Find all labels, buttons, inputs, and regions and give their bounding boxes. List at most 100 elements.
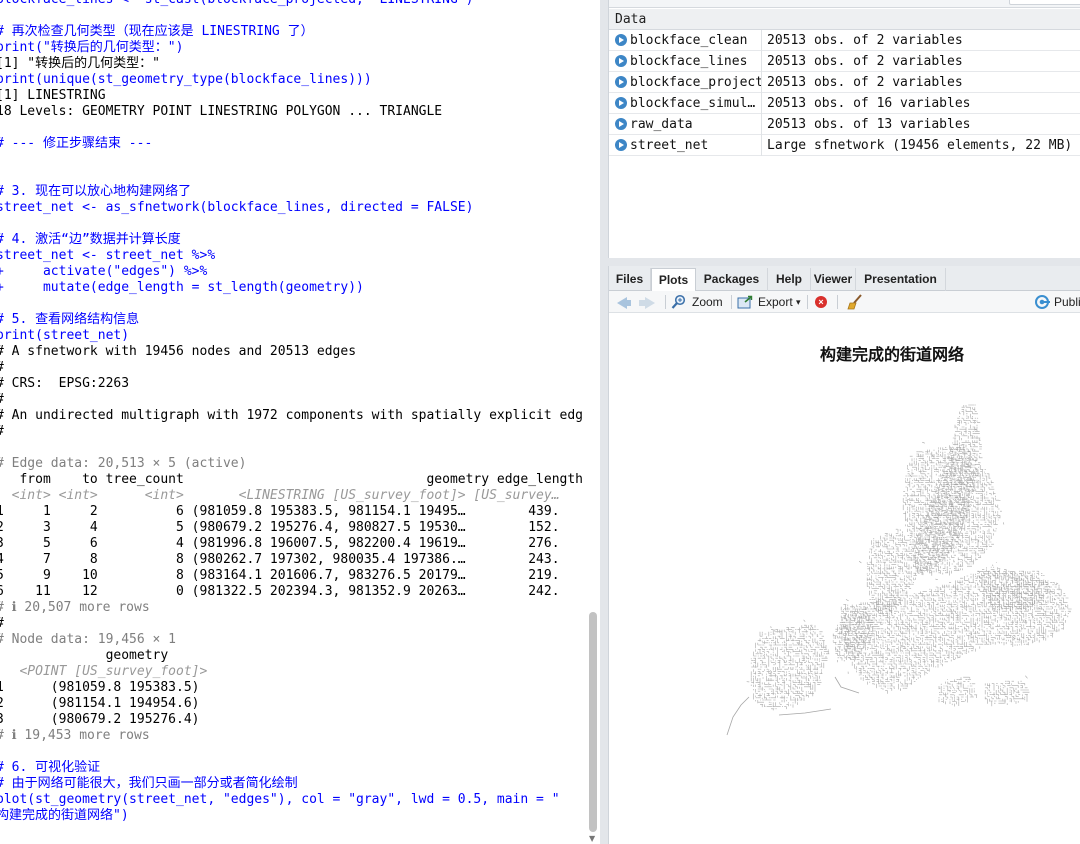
object-name[interactable]: blockface_projected — [630, 72, 762, 93]
console-output-line: # Node data: 19,456 × 1 — [0, 632, 177, 647]
console-output-line: 3 (980679.2 195276.4) — [0, 712, 200, 727]
console-input-line: plot(st_geometry(street_net, "edges"), c… — [0, 792, 560, 807]
column-divider — [761, 30, 762, 51]
zoom-icon[interactable] — [671, 294, 687, 310]
object-value: 20513 obs. of 2 variables — [767, 33, 963, 48]
console-scroll-thumb[interactable] — [589, 612, 597, 832]
toolbar-divider — [665, 295, 666, 309]
publish-button[interactable]: Publish — [1054, 291, 1080, 313]
remove-plot-icon[interactable]: × — [815, 296, 827, 308]
console-output-line: 3 5 6 4 (981996.8 196007.5, 982200.4 196… — [0, 536, 560, 551]
console-output-line: # ℹ 19,453 more rows — [0, 728, 150, 743]
console-output-line: 5 9 10 8 (983164.1 201606.7, 983276.5 20… — [0, 568, 560, 583]
street-edges — [726, 404, 1072, 736]
console-output-line: 4 7 8 8 (980262.7 197302, 980035.4 19738… — [0, 552, 560, 567]
expand-object-icon[interactable] — [615, 55, 627, 67]
forward-arrow-icon[interactable] — [639, 297, 655, 309]
console-input-line: # 5. 查看网络结构信息 — [0, 312, 140, 327]
console-output-line: # Edge data: 20,513 × 5 (active) — [0, 456, 247, 471]
tab-presentation[interactable]: Presentation — [856, 268, 946, 291]
console-output-line: # An undirected multigraph with 1972 com… — [0, 408, 583, 423]
environment-section-header[interactable]: Data — [609, 9, 1080, 30]
plot-toolbar: Zoom Export ▾ × Publish — [609, 291, 1080, 313]
object-value: 20513 obs. of 2 variables — [767, 54, 963, 69]
column-divider — [761, 51, 762, 72]
console-output-line: # ℹ 20,507 more rows — [0, 600, 150, 615]
publish-icon[interactable] — [1035, 295, 1051, 309]
console-output-line: # — [0, 392, 586, 408]
zoom-button[interactable]: Zoom — [692, 291, 723, 313]
console-output: blockface_lines <- st_cast(blockface_pro… — [0, 0, 586, 824]
expand-object-icon[interactable] — [615, 118, 627, 130]
console-input-line: # 4. 激活“边”数据并计算长度 — [0, 232, 181, 247]
console-input-line: # 3. 现在可以放心地构建网络了 — [0, 184, 192, 199]
horizontal-splitter[interactable] — [608, 258, 1080, 266]
environment-table: blockface_clean 20513 obs. of 2 variables… — [609, 30, 1080, 156]
object-name[interactable]: raw_data — [630, 114, 762, 135]
tab-help[interactable]: Help — [768, 268, 811, 291]
search-icon: ⌕ — [1015, 0, 1021, 8]
console-output-line: 1 1 2 6 (981059.8 195383.5, 981154.1 194… — [0, 504, 560, 519]
console-input-line: # 由于网络可能很大，我们只画一部分或者简化绘制 — [0, 776, 298, 791]
environment-row[interactable]: street_net Large sfnetwork (19456 element… — [609, 135, 1080, 156]
object-name[interactable]: blockface_lines — [630, 51, 762, 72]
export-icon[interactable] — [737, 295, 753, 309]
tab-packages[interactable]: Packages — [696, 268, 768, 291]
console-output-line: from to tree_count geometry edge_length — [0, 472, 583, 487]
column-divider — [761, 93, 762, 114]
object-value: Large sfnetwork (19456 elements, 22 MB) — [767, 138, 1073, 153]
environment-row[interactable]: raw_data 20513 obs. of 13 variables — [609, 114, 1080, 135]
console-output-line: # — [0, 360, 586, 376]
toolbar-divider — [731, 295, 732, 309]
expand-object-icon[interactable] — [615, 139, 627, 151]
back-arrow-icon[interactable] — [617, 297, 631, 309]
tab-plots[interactable]: Plots — [651, 268, 696, 292]
export-button[interactable]: Export — [758, 291, 793, 313]
console-output-line: 2 3 4 5 (980679.2 195276.4, 980827.5 195… — [0, 520, 560, 535]
tab-files[interactable]: Files — [609, 268, 651, 291]
plot-viewer: 构建完成的街道网络 — [609, 313, 1080, 844]
object-name[interactable]: street_net — [630, 135, 762, 156]
environment-row[interactable]: blockface_projected 20513 obs. of 2 varia… — [609, 72, 1080, 93]
console-input-line: street_net <- as_sfnetwork(blockface_lin… — [0, 200, 474, 215]
environment-toolbar: R ▾ Global Environment ⌕ — [609, 0, 1080, 8]
console-input-line: blockface_lines <- st_cast(blockface_pro… — [0, 0, 586, 8]
broom-icon[interactable] — [847, 294, 863, 310]
console-pane[interactable]: blockface_lines <- st_cast(blockface_pro… — [0, 0, 600, 844]
console-output-line: geometry — [0, 648, 169, 663]
environment-row[interactable]: blockface_simul… 20513 obs. of 16 variabl… — [609, 93, 1080, 114]
expand-object-icon[interactable] — [615, 34, 627, 46]
console-input-line: # 6. 可视化验证 — [0, 760, 101, 775]
environment-scope-selector[interactable]: Global Environment — [653, 0, 762, 8]
console-input-line: + mutate(edge_length = st_length(geometr… — [0, 280, 364, 295]
tab-viewer[interactable]: Viewer — [811, 268, 856, 291]
object-value: 20513 obs. of 16 variables — [767, 96, 971, 111]
object-name[interactable]: blockface_clean — [630, 30, 762, 51]
console-scrollbar[interactable]: ▼ — [586, 0, 600, 844]
expand-object-icon[interactable] — [615, 97, 627, 109]
console-output-line: # — [0, 424, 586, 440]
console-input-line: print("转换后的几何类型：") — [0, 40, 184, 55]
object-name[interactable]: blockface_simul… — [630, 93, 762, 114]
expand-object-icon[interactable] — [615, 76, 627, 88]
environment-row[interactable]: blockface_clean 20513 obs. of 2 variables — [609, 30, 1080, 51]
dropdown-arrow-icon[interactable]: R ▾ — [617, 0, 634, 3]
scroll-down-arrow-icon[interactable]: ▼ — [589, 835, 595, 843]
console-output-line: [1] LINESTRING — [0, 88, 106, 103]
street-network-map — [726, 404, 1072, 736]
vertical-splitter[interactable] — [600, 0, 608, 844]
column-divider — [761, 114, 762, 135]
export-dropdown-icon[interactable]: ▾ — [796, 291, 801, 313]
toolbar-divider — [837, 295, 838, 309]
environment-row[interactable]: blockface_lines 20513 obs. of 2 variables — [609, 51, 1080, 72]
console-output-line: 2 (981154.1 194954.6) — [0, 696, 200, 711]
console-input-line: print(unique(st_geometry_type(blockface_… — [0, 72, 372, 87]
console-output-line: <int> <int> <int> <LINESTRING [US_survey… — [0, 488, 560, 503]
